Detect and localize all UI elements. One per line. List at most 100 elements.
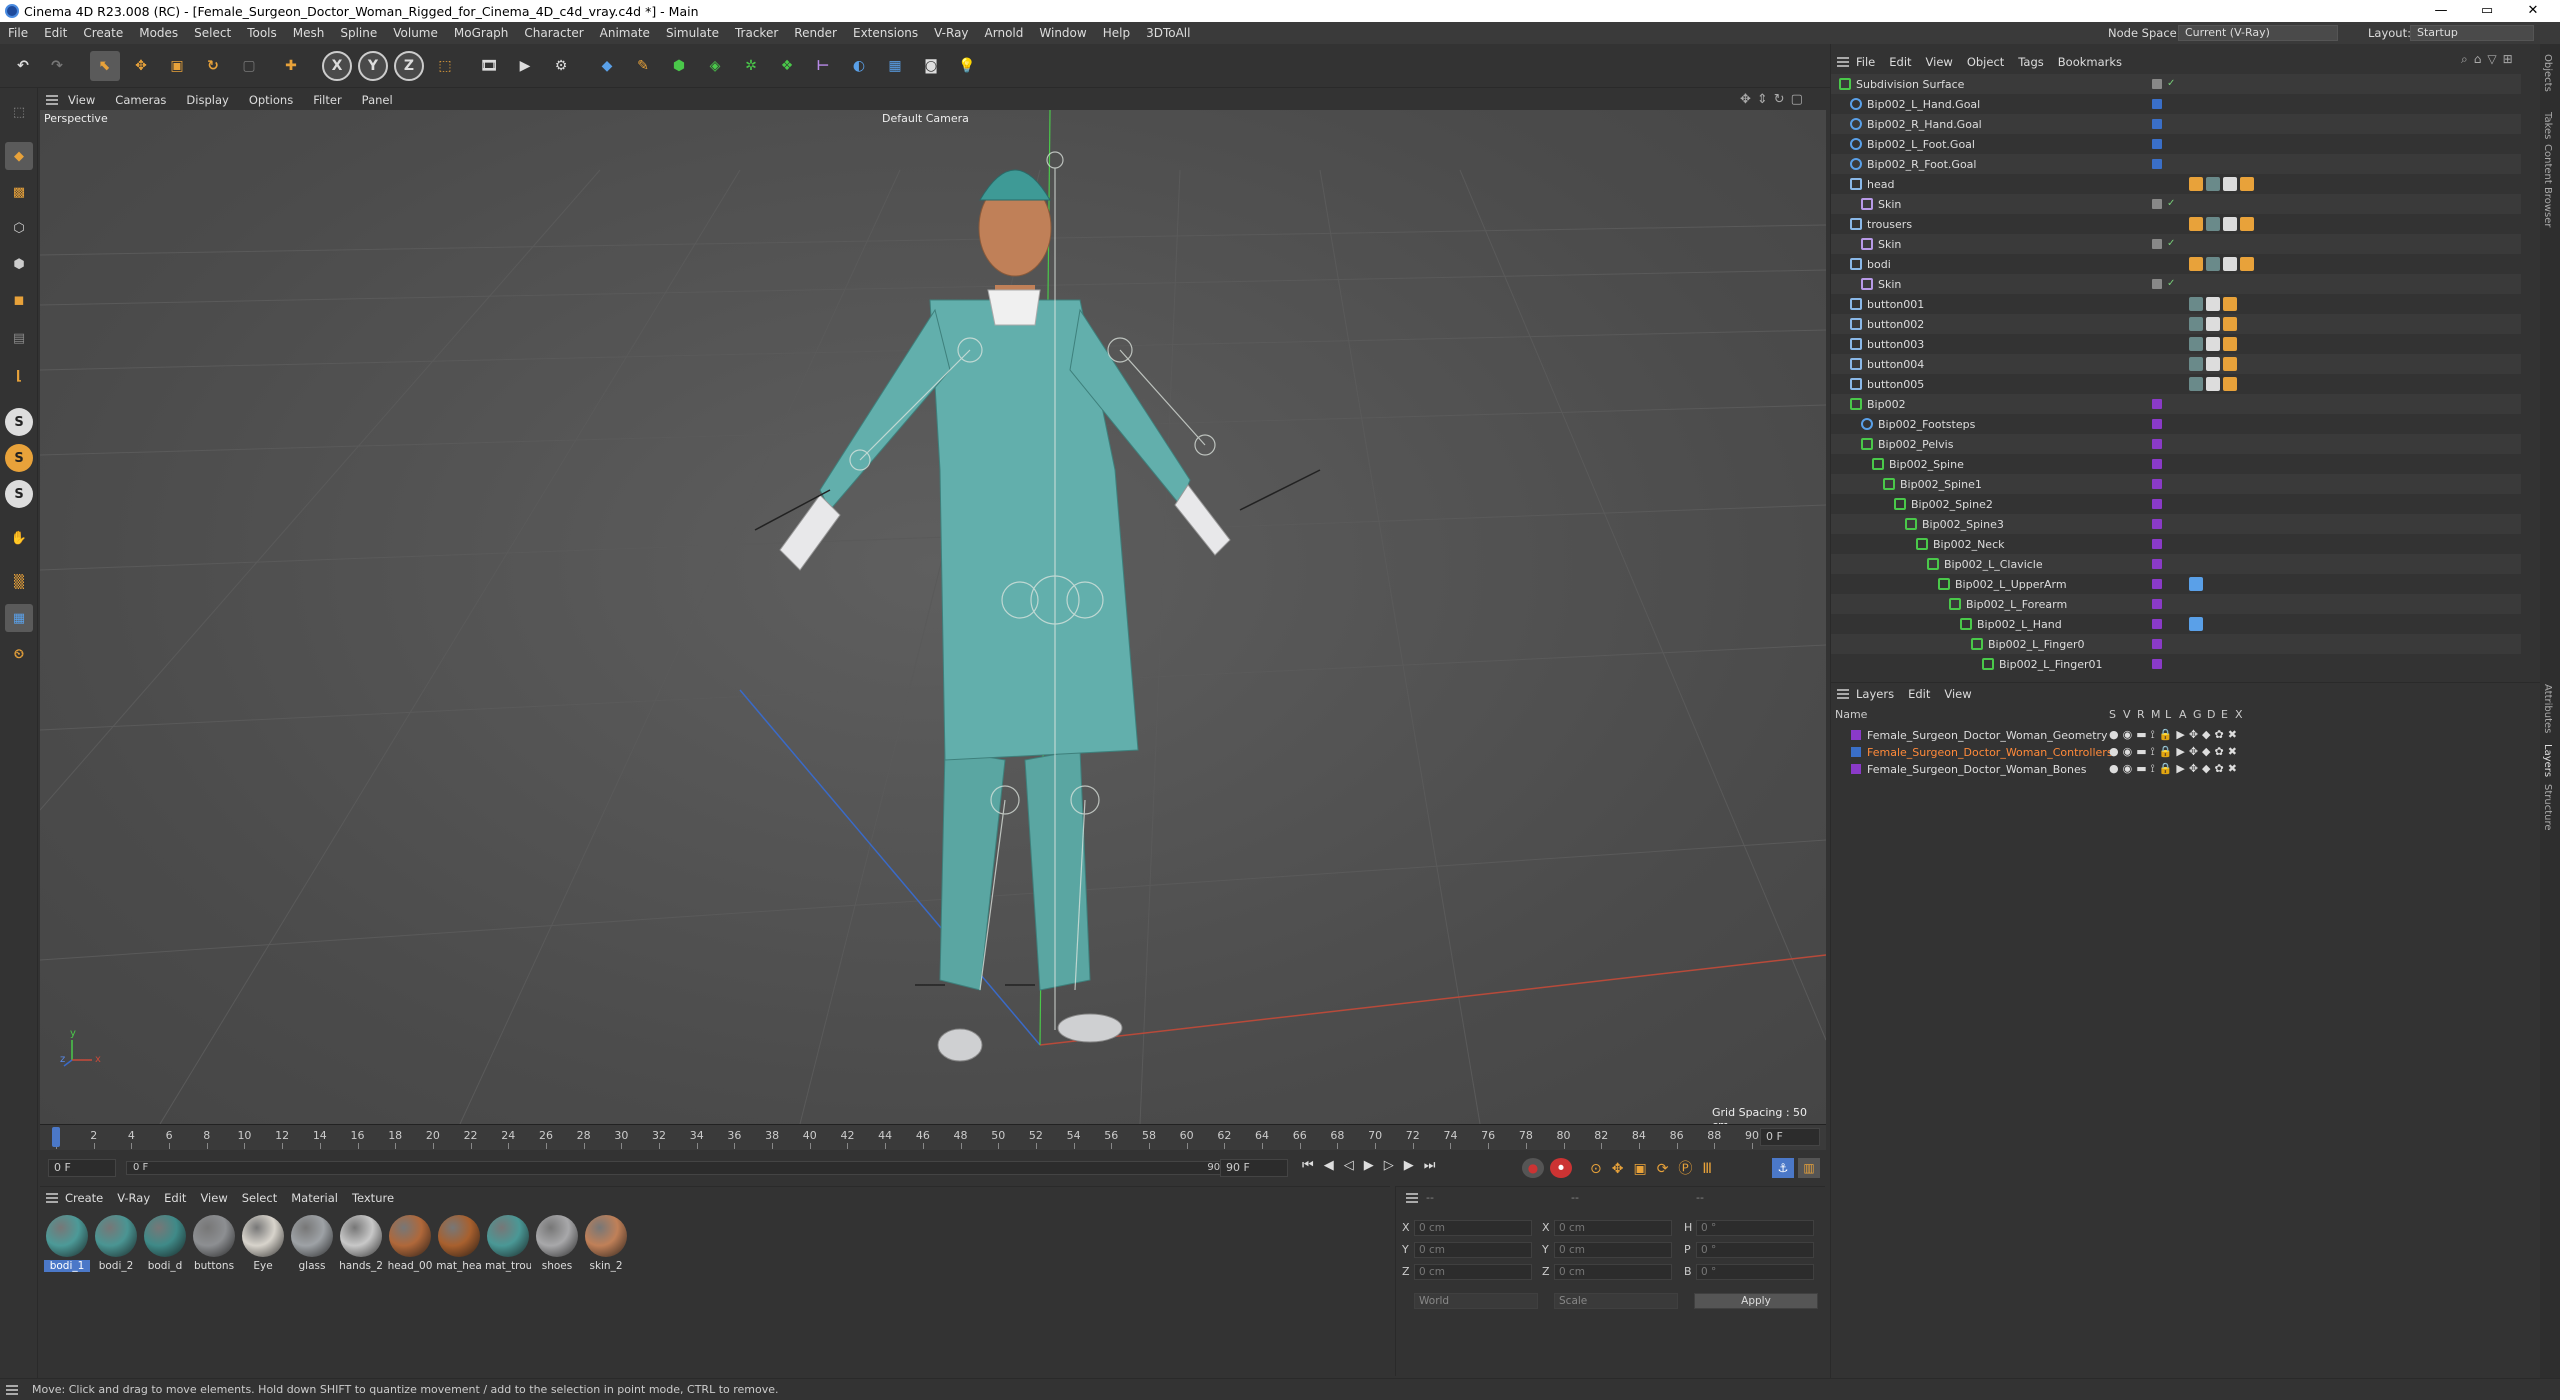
object-visibility-dots[interactable] (2167, 659, 2177, 669)
layer-color-flag[interactable] (2152, 579, 2162, 589)
maximize-button[interactable]: ▭ (2464, 0, 2510, 22)
menu-edit[interactable]: Edit (36, 26, 75, 40)
menu-mesh[interactable]: Mesh (285, 26, 333, 40)
layer-color-flag[interactable] (2152, 479, 2162, 489)
scale-tool-icon[interactable]: ▣ (162, 51, 192, 81)
coords-hamburger-icon[interactable] (1406, 1193, 1418, 1203)
layer-color-flag[interactable] (2152, 119, 2162, 129)
rot-b-field[interactable]: 0 ° (1696, 1264, 1814, 1280)
timeline-current-frame[interactable]: 0 F (1760, 1128, 1820, 1146)
sculpt-icon[interactable]: ✋ (5, 524, 33, 552)
frame-range-slider[interactable]: 0 F 90 F (126, 1161, 1236, 1175)
object-visibility-dots[interactable] (2167, 439, 2177, 449)
layer-color-flag[interactable] (2152, 159, 2162, 169)
layer-color-flag[interactable] (2152, 419, 2162, 429)
coord-system-dropdown[interactable]: World (1414, 1293, 1538, 1309)
object-visibility-dots[interactable] (2167, 499, 2177, 509)
menu-character[interactable]: Character (516, 26, 591, 40)
object-row[interactable]: Bip002_L_Hand (1831, 614, 2521, 634)
layout-dropdown[interactable]: Startup (2410, 25, 2534, 41)
object-tag-icon[interactable] (2189, 377, 2203, 391)
object-tag-icon[interactable] (2206, 177, 2220, 191)
material-swatch[interactable]: mat_hea (436, 1215, 482, 1272)
material-swatch[interactable]: bodi_2 (93, 1215, 139, 1272)
layer-color-flag[interactable] (2152, 559, 2162, 569)
layer-row[interactable]: Female_Surgeon_Doctor_Woman_Controllers ●… (1831, 743, 2531, 761)
menu-render[interactable]: Render (786, 26, 845, 40)
object-row[interactable]: Bip002_Neck (1831, 534, 2521, 554)
object-tag-icon[interactable] (2189, 297, 2203, 311)
viewport-menu-cameras[interactable]: Cameras (105, 93, 176, 107)
object-tag-icon[interactable] (2189, 217, 2203, 231)
object-visibility-dots[interactable]: ✓ (2167, 239, 2177, 249)
viewport-hamburger-icon[interactable] (46, 95, 58, 105)
current-frame-field[interactable]: 0 F (48, 1159, 116, 1177)
points-mode-icon[interactable]: ⬡ (5, 214, 33, 242)
material-swatch[interactable]: glass (289, 1215, 335, 1272)
layer-color-flag[interactable] (2152, 399, 2162, 409)
status-hamburger-icon[interactable] (6, 1384, 18, 1395)
layer-color-swatch[interactable] (1851, 764, 1861, 774)
tab-objects[interactable]: Objects (2542, 54, 2553, 92)
recent-tool-icon[interactable]: ▢ (234, 51, 264, 81)
y-axis-lock[interactable]: Y (358, 51, 388, 81)
autokey-icon[interactable]: ⏺ (1550, 1158, 1572, 1178)
mat-menu-view[interactable]: View (193, 1191, 234, 1205)
tab-attributes[interactable]: Attributes (2542, 684, 2553, 733)
minimize-button[interactable]: — (2418, 0, 2464, 22)
obj-menu-object[interactable]: Object (1960, 55, 2011, 69)
render-view-icon[interactable]: ▶ (510, 51, 540, 81)
move-tool-icon[interactable]: ✥ (126, 51, 156, 81)
material-swatch[interactable]: bodi_1 (44, 1215, 90, 1272)
object-visibility-dots[interactable] (2167, 419, 2177, 429)
object-row[interactable]: Bip002_L_Finger0 (1831, 634, 2521, 654)
timeline-window-icon[interactable]: ▥ (1798, 1158, 1820, 1178)
timeline-playhead[interactable] (52, 1127, 60, 1147)
objects-hamburger-icon[interactable] (1837, 57, 1849, 67)
object-visibility-dots[interactable] (2167, 539, 2177, 549)
field-icon[interactable]: ◐ (844, 51, 874, 81)
object-row[interactable]: Bip002 (1831, 394, 2521, 414)
layer-color-flag[interactable] (2152, 619, 2162, 629)
object-visibility-dots[interactable] (2167, 139, 2177, 149)
object-row[interactable]: Bip002_Pelvis (1831, 434, 2521, 454)
object-visibility-dots[interactable] (2167, 619, 2177, 629)
material-swatch[interactable]: buttons (191, 1215, 237, 1272)
menu-file[interactable]: File (0, 26, 36, 40)
viewport-nav-icons[interactable]: ✥⇕↻▢ (1740, 92, 1809, 107)
object-tag-icon[interactable] (2206, 337, 2220, 351)
object-row[interactable]: Bip002_Spine (1831, 454, 2521, 474)
layer-color-flag[interactable] (2152, 519, 2162, 529)
playback-controls[interactable]: ⏮◀◁▶▷▶⏭ (1302, 1158, 1445, 1173)
layer-color-flag[interactable] (2152, 79, 2162, 89)
object-visibility-dots[interactable] (2167, 219, 2177, 229)
object-row[interactable]: Bip002_R_Foot.Goal (1831, 154, 2521, 174)
object-tag-icon[interactable] (2223, 377, 2237, 391)
object-tag-icon[interactable] (2223, 317, 2237, 331)
layer-color-flag[interactable] (2152, 659, 2162, 669)
mograph-cloner-icon[interactable]: ❖ (772, 51, 802, 81)
object-row[interactable]: Skin ✓ (1831, 274, 2521, 294)
menu-arnold[interactable]: Arnold (977, 26, 1032, 40)
viewport-menu-view[interactable]: View (58, 93, 105, 107)
material-swatch[interactable]: bodi_d (142, 1215, 188, 1272)
object-row[interactable]: trousers (1831, 214, 2521, 234)
coordinate-system-icon[interactable]: ⬚ (430, 51, 460, 81)
object-visibility-dots[interactable] (2167, 479, 2177, 489)
object-tag-icon[interactable] (2223, 257, 2237, 271)
obj-menu-tags[interactable]: Tags (2011, 55, 2050, 69)
object-row[interactable]: Bip002_L_Foot.Goal (1831, 134, 2521, 154)
obj-menu-edit[interactable]: Edit (1882, 55, 1918, 69)
object-visibility-dots[interactable] (2167, 339, 2177, 349)
layer-color-flag[interactable] (2152, 599, 2162, 609)
object-tag-icon[interactable] (2223, 337, 2237, 351)
light-icon[interactable]: 💡 (952, 51, 982, 81)
render-settings-icon[interactable]: ⚙ (546, 51, 576, 81)
layer-toggle-icons[interactable]: ●◉▬⟟🔒▶✥◆✿✖ (2109, 762, 2241, 776)
viewport-menu-display[interactable]: Display (176, 93, 238, 107)
keyframe-mode-icon[interactable]: ⚓ (1772, 1158, 1794, 1178)
cube-primitive-icon[interactable]: ◆ (592, 51, 622, 81)
size-z-field[interactable]: 0 cm (1554, 1264, 1672, 1280)
object-visibility-dots[interactable]: ✓ (2167, 79, 2177, 89)
object-tag-icon[interactable] (2223, 217, 2237, 231)
